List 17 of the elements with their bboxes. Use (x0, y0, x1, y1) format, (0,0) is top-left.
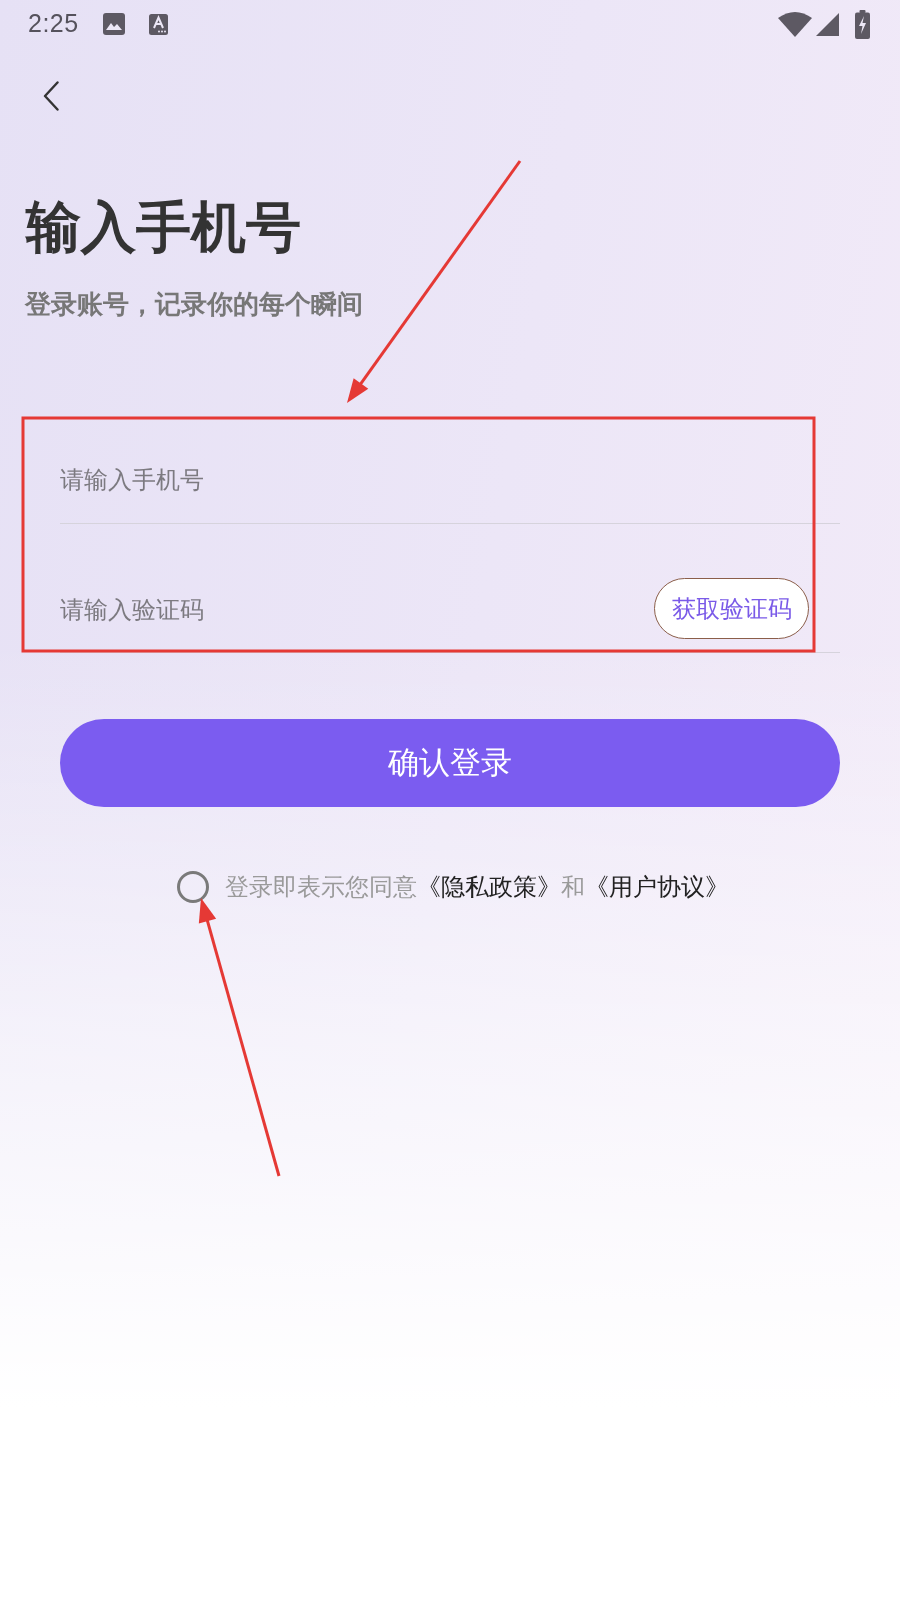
text-tile-icon (148, 13, 168, 35)
image-icon (102, 13, 125, 35)
chevron-left-icon (43, 81, 59, 111)
signal-icon (816, 12, 839, 36)
agreement-text: 登录即表示您同意《隐私政策》和《用户协议》 (225, 871, 729, 902)
get-code-button[interactable]: 获取验证码 (654, 578, 809, 640)
user-agreement-link[interactable]: 《用户协议》 (585, 872, 729, 900)
page-subtitle: 登录账号，记录你的每个瞬间 (25, 288, 364, 321)
login-button[interactable]: 确认登录 (60, 718, 840, 807)
page-title: 输入手机号 (26, 195, 302, 260)
phone-input[interactable]: 请输入手机号 (60, 449, 840, 510)
agreement-checkbox[interactable] (177, 870, 209, 903)
status-time: 2:25 (28, 8, 79, 40)
code-input[interactable]: 请输入验证码 (60, 579, 654, 640)
privacy-policy-link[interactable]: 《隐私政策》 (417, 872, 561, 900)
battery-charging-icon (855, 9, 870, 39)
wifi-icon (778, 11, 812, 37)
